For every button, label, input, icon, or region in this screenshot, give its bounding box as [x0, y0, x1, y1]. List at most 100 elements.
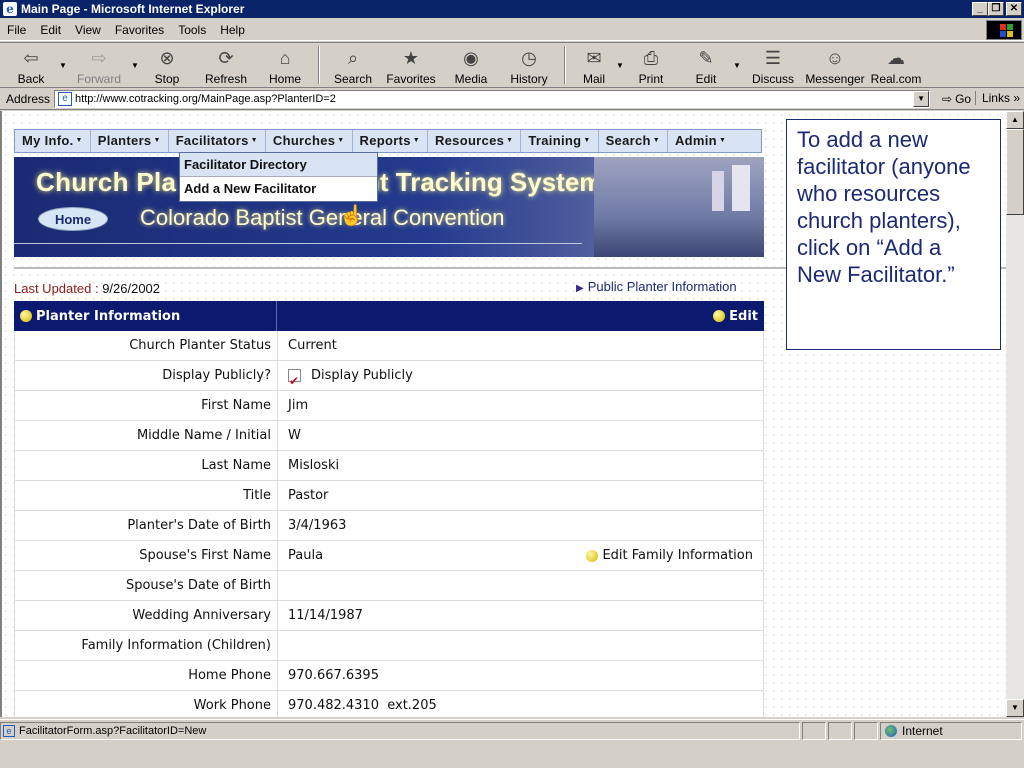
- menu-bar: File Edit View Favorites Tools Help: [0, 19, 1024, 41]
- edit-link[interactable]: Edit: [277, 309, 764, 324]
- bullet-icon: [586, 549, 599, 562]
- caret-icon: ▼: [250, 137, 258, 144]
- caret-icon: ▼: [75, 137, 83, 144]
- display-publicly-checkbox[interactable]: [288, 366, 301, 396]
- search-icon: ⌕: [347, 47, 359, 68]
- table-row: Display Publicly?Display Publicly: [14, 361, 764, 396]
- table-row: Work Phone 970.482.4310 ext.205: [14, 691, 764, 717]
- table-row: Planter's Date of Birth 3/4/1963: [14, 511, 764, 541]
- menu-view[interactable]: View: [68, 23, 108, 37]
- planter-info-heading: Planter Information: [36, 308, 181, 324]
- nav-search[interactable]: Search ▼: [599, 130, 668, 152]
- back-arrow-icon: ⇦: [23, 47, 39, 68]
- address-url[interactable]: http://www.cotracking.org/MainPage.asp?P…: [75, 93, 336, 105]
- home-button[interactable]: Home: [38, 207, 108, 231]
- stop-icon: ⊗: [159, 47, 175, 68]
- bullet-icon: [713, 310, 726, 322]
- table-row: Last Name Misloski: [14, 451, 764, 481]
- security-zone: Internet: [880, 721, 1022, 740]
- caret-icon: ▼: [583, 137, 591, 144]
- globe-icon: [885, 724, 897, 737]
- nav-planters[interactable]: Planters ▼: [91, 130, 169, 152]
- print-button[interactable]: ⎙ Print: [622, 43, 680, 87]
- home-button[interactable]: ⌂ Home: [258, 43, 312, 87]
- home-icon: ⌂: [279, 47, 291, 68]
- edit-icon: ✎: [698, 47, 714, 68]
- minimize-button[interactable]: _: [972, 2, 988, 16]
- address-input[interactable]: e http://www.cotracking.org/MainPage.asp…: [54, 89, 931, 108]
- menu-file[interactable]: File: [0, 23, 33, 37]
- table-row: Spouse's First Name Paula Edit Family Info…: [14, 541, 764, 571]
- nav-churches[interactable]: Churches ▼: [266, 130, 353, 152]
- nav-resources[interactable]: Resources ▼: [428, 130, 522, 152]
- history-icon: ◷: [521, 47, 537, 68]
- edit-family-link[interactable]: Edit Family Information: [586, 541, 753, 571]
- favorites-icon: ★: [402, 47, 420, 68]
- menu-favorites[interactable]: Favorites: [108, 23, 171, 37]
- scroll-down-icon[interactable]: ▼: [1006, 699, 1024, 717]
- facilitators-dropdown: Facilitator Directory Add a New Facilita…: [179, 152, 378, 202]
- table-row: Family Information (Children): [14, 631, 764, 661]
- table-row: Church Planter Status Current: [14, 331, 764, 361]
- go-arrow-icon: ⇨: [942, 91, 953, 106]
- scroll-thumb[interactable]: [1006, 129, 1024, 215]
- browser-window: e Main Page - Microsoft Internet Explore…: [0, 0, 1024, 768]
- favorites-button[interactable]: ★ Favorites: [380, 43, 442, 87]
- table-row: First Name Jim: [14, 391, 764, 421]
- nav-my-info[interactable]: My Info. ▼: [15, 130, 91, 152]
- real-button[interactable]: ☁ Real.com: [866, 43, 926, 87]
- banner-title-left: Church Pla: [36, 167, 177, 197]
- last-updated-value: 9/26/2002: [102, 281, 161, 296]
- mail-icon: ✉: [586, 47, 602, 68]
- address-label: Address: [6, 91, 51, 106]
- nav-admin[interactable]: Admin ▼: [668, 130, 733, 152]
- menu-edit[interactable]: Edit: [33, 23, 68, 37]
- page-icon: e: [3, 724, 15, 737]
- vertical-scrollbar[interactable]: ▲ ▼: [1006, 111, 1024, 717]
- close-button[interactable]: ✕: [1006, 2, 1022, 16]
- ie-logo-icon: e: [3, 2, 17, 16]
- mail-button[interactable]: ✉ Mail: [572, 43, 616, 87]
- caret-icon: ▼: [337, 137, 345, 144]
- public-planter-link[interactable]: ▶ Public Planter Information: [576, 279, 737, 294]
- restore-button[interactable]: ❐: [988, 2, 1004, 16]
- table-row: Wedding Anniversary 11/14/1987: [14, 601, 764, 631]
- nav-training[interactable]: Training ▼: [521, 130, 599, 152]
- scroll-up-icon[interactable]: ▲: [1006, 111, 1024, 129]
- nav-facilitators[interactable]: Facilitators ▼: [169, 130, 266, 152]
- page-icon: e: [58, 91, 73, 106]
- table-header: Planter Information Edit: [14, 301, 764, 331]
- edit-dropdown-icon[interactable]: ▼: [732, 43, 742, 70]
- back-dropdown-icon[interactable]: ▼: [58, 43, 68, 70]
- nav-reports[interactable]: Reports ▼: [353, 130, 428, 152]
- go-button[interactable]: ⇨ Go: [942, 92, 971, 106]
- back-button[interactable]: ⇦ Back: [4, 43, 58, 87]
- caret-icon: ▼: [412, 137, 420, 144]
- forward-arrow-icon: ⇨: [91, 47, 107, 68]
- facilitator-directory-item[interactable]: Facilitator Directory: [180, 153, 377, 177]
- address-dropdown-icon[interactable]: ▼: [913, 90, 930, 107]
- discuss-button[interactable]: ☰ Discuss: [742, 43, 804, 87]
- edit-button[interactable]: ✎ Edit: [680, 43, 732, 87]
- table-row: Middle Name / Initial W: [14, 421, 764, 451]
- history-button[interactable]: ◷ History: [500, 43, 558, 87]
- menu-tools[interactable]: Tools: [171, 23, 213, 37]
- messenger-button[interactable]: ☺ Messenger: [804, 43, 866, 87]
- links-button[interactable]: Links »: [974, 91, 1020, 105]
- add-new-facilitator-item[interactable]: Add a New Facilitator: [180, 177, 377, 201]
- banner-title-right: nt Tracking System: [364, 167, 603, 197]
- caret-icon: ▼: [506, 137, 514, 144]
- forward-dropdown-icon[interactable]: ▼: [130, 43, 140, 70]
- planter-info-table: Planter Information Edit Church Planter …: [14, 301, 764, 717]
- real-icon: ☁: [887, 47, 905, 68]
- address-bar: Address e http://www.cotracking.org/Main…: [0, 88, 1024, 110]
- forward-button[interactable]: ⇨ Forward: [68, 43, 130, 87]
- menu-help[interactable]: Help: [213, 23, 252, 37]
- search-button[interactable]: ⌕ Search: [326, 43, 380, 87]
- table-row: Home Phone 970.667.6395: [14, 661, 764, 691]
- media-button[interactable]: ◉ Media: [442, 43, 500, 87]
- caret-icon: ▼: [718, 137, 727, 144]
- stop-button[interactable]: ⊗ Stop: [140, 43, 194, 87]
- refresh-button[interactable]: ⟳ Refresh: [194, 43, 258, 87]
- toolbar-separator: [318, 46, 320, 84]
